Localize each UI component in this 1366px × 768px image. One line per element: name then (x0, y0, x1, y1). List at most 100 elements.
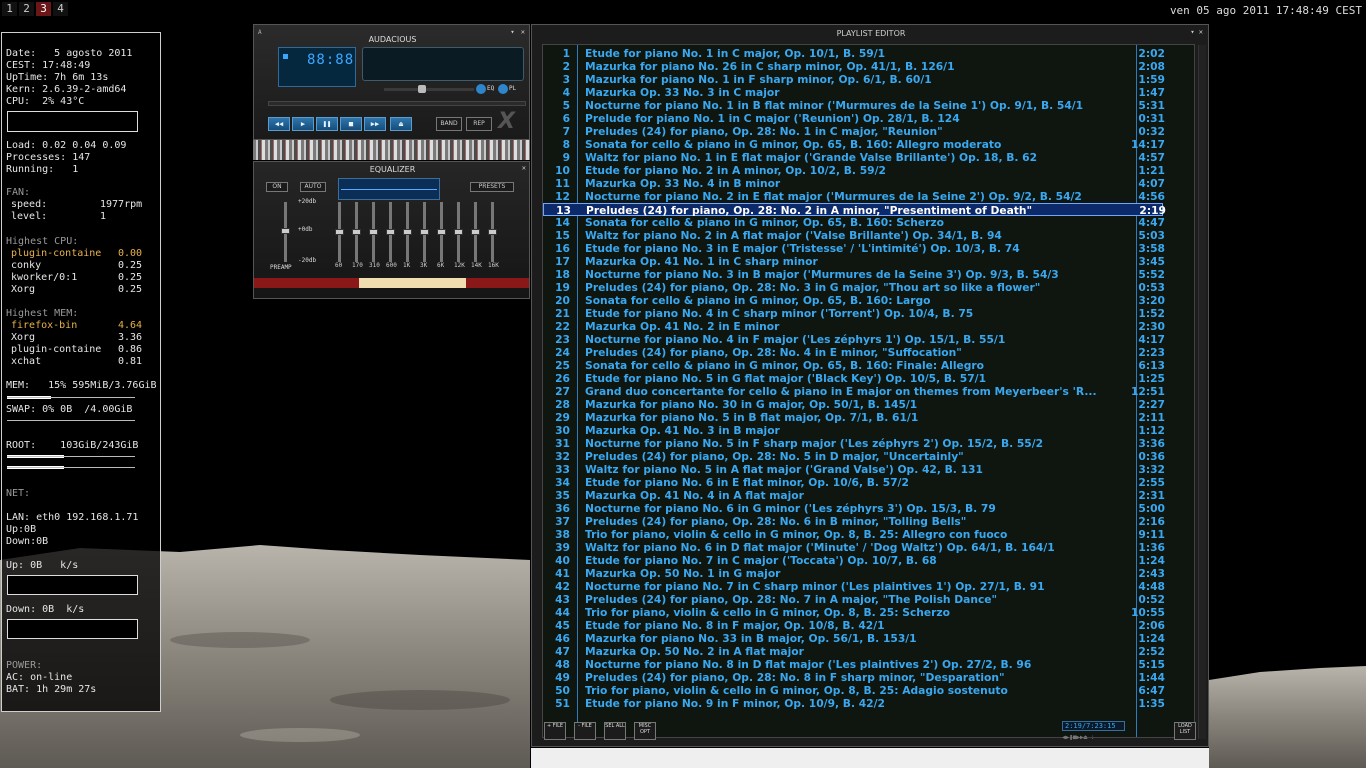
play-button[interactable]: ▶ (292, 117, 314, 131)
eq-on-button[interactable]: ON (266, 182, 288, 192)
workspace-2-button[interactable]: 2 (19, 2, 34, 16)
playlist-row[interactable]: 19 Preludes (24) for piano, Op. 28: No. 3… (543, 281, 1165, 294)
playlist-editor-window[interactable]: PLAYLIST EDITOR ▾ ✕ 1 Etude for piano No.… (531, 24, 1209, 747)
playlist-row[interactable]: 36 Nocturne for piano No. 6 in G minor ('… (543, 502, 1165, 515)
repeat-button[interactable]: REP (466, 117, 492, 131)
playlist-row[interactable]: 5 Nocturne for piano No. 1 in B flat mino… (543, 99, 1165, 112)
playlist-row[interactable]: 39 Waltz for piano No. 6 in D flat major … (543, 541, 1165, 554)
playlist-row[interactable]: 17 Mazurka Op. 41 No. 1 in C sharp minor 3… (543, 255, 1165, 268)
eq-band-knob[interactable] (471, 229, 480, 235)
playlist-row[interactable]: 12 Nocturne for piano No. 2 in E flat maj… (543, 190, 1165, 203)
previous-button[interactable]: ◀◀ (268, 117, 290, 131)
workspace-1-button[interactable]: 1 (2, 2, 17, 16)
remove-file-button[interactable]: - FILE (574, 722, 596, 740)
playlist-row[interactable]: 22 Mazurka Op. 41 No. 2 in E minor 2:30 (543, 320, 1165, 333)
playlist-row[interactable]: 11 Mazurka Op. 33 No. 4 in B minor 4:07 (543, 177, 1165, 190)
playlist-row[interactable]: 9 Waltz for piano No. 1 in E flat major (… (543, 151, 1165, 164)
eq-band-60-slider[interactable] (335, 202, 344, 262)
add-file-button[interactable]: + FILE (544, 722, 566, 740)
playlist-row[interactable]: 32 Preludes (24) for piano, Op. 28: No. 5… (543, 450, 1165, 463)
eq-band-12K-slider[interactable] (454, 202, 463, 262)
playlist-row[interactable]: 10 Etude for piano No. 2 in A minor, Op. … (543, 164, 1165, 177)
eq-band-3K-slider[interactable] (420, 202, 429, 262)
eq-close-icon[interactable]: ✕ (522, 164, 526, 172)
eq-band-14K-slider[interactable] (471, 202, 480, 262)
playlist-row[interactable]: 48 Nocturne for piano No. 8 in D flat maj… (543, 658, 1165, 671)
playlist-row[interactable]: 40 Etude for piano No. 7 in C major ('Toc… (543, 554, 1165, 567)
preamp-slider[interactable] (281, 202, 290, 262)
playlist-row[interactable]: 44 Trio for piano, violin & cello in G mi… (543, 606, 1165, 619)
eq-band-knob[interactable] (369, 229, 378, 235)
playlist-row[interactable]: 3 Mazurka for piano No. 1 in F sharp mino… (543, 73, 1165, 86)
playlist-window-controls-icon[interactable]: ▾ ✕ (1190, 28, 1203, 36)
playlist-row[interactable]: 6 Prelude for piano No. 1 in C major ('Re… (543, 112, 1165, 125)
playlist-row[interactable]: 20 Sonata for cello & piano in G minor, O… (543, 294, 1165, 307)
playlist-row[interactable]: 34 Etude for piano No. 6 in E flat minor,… (543, 476, 1165, 489)
eq-band-knob[interactable] (352, 229, 361, 235)
eq-band-600-slider[interactable] (386, 202, 395, 262)
eq-toggle-icon[interactable] (476, 84, 486, 94)
playlist-row[interactable]: 35 Mazurka Op. 41 No. 4 in A flat major 2:… (543, 489, 1165, 502)
eq-band-knob[interactable] (437, 229, 446, 235)
eq-band-16K-slider[interactable] (488, 202, 497, 262)
playlist-row[interactable]: 25 Sonata for cello & piano in G minor, O… (543, 359, 1165, 372)
eq-band-6K-slider[interactable] (437, 202, 446, 262)
stop-button[interactable]: ■ (340, 117, 362, 131)
playlist-row[interactable]: 45 Etude for piano No. 8 in F major, Op. … (543, 619, 1165, 632)
playlist-list[interactable]: 1 Etude for piano No. 1 in C major, Op. 1… (542, 44, 1195, 738)
playlist-row[interactable]: 38 Trio for piano, violin & cello in G mi… (543, 528, 1165, 541)
shuffle-button[interactable]: BAND (436, 117, 462, 131)
playlist-row[interactable]: 42 Nocturne for piano No. 7 in C sharp mi… (543, 580, 1165, 593)
playlist-row[interactable]: 31 Nocturne for piano No. 5 in F sharp ma… (543, 437, 1165, 450)
playlist-row[interactable]: 15 Waltz for piano No. 2 in A flat major … (543, 229, 1165, 242)
playlist-row[interactable]: 21 Etude for piano No. 4 in C sharp minor… (543, 307, 1165, 320)
eq-band-170-slider[interactable] (352, 202, 361, 262)
window-controls-icon[interactable]: ▾ ✕ (510, 28, 526, 36)
eq-band-knob[interactable] (488, 229, 497, 235)
playlist-row[interactable]: 37 Preludes (24) for piano, Op. 28: No. 6… (543, 515, 1165, 528)
playlist-row[interactable]: 46 Mazurka for piano No. 33 in B major, O… (543, 632, 1165, 645)
playlist-row[interactable]: 28 Mazurka for piano No. 30 in G major, O… (543, 398, 1165, 411)
playlist-row[interactable]: 7 Preludes (24) for piano, Op. 28: No. 1 … (543, 125, 1165, 138)
eq-band-1K-slider[interactable] (403, 202, 412, 262)
playlist-row[interactable]: 16 Etude for piano No. 3 in E major ('Tri… (543, 242, 1165, 255)
playlist-row[interactable]: 23 Nocturne for piano No. 4 in F major ('… (543, 333, 1165, 346)
load-list-button[interactable]: LOAD LIST (1174, 722, 1196, 740)
playlist-row[interactable]: 4 Mazurka Op. 33 No. 3 in C major 1:47 (543, 86, 1165, 99)
playlist-row[interactable]: 41 Mazurka Op. 50 No. 1 in G major 2:43 (543, 567, 1165, 580)
playlist-row[interactable]: 13 Preludes (24) for piano, Op. 28: No. 2… (543, 203, 1166, 217)
playlist-toggle-icon[interactable] (498, 84, 508, 94)
playlist-row[interactable]: 29 Mazurka for piano No. 5 in B flat majo… (543, 411, 1165, 424)
playlist-row[interactable]: 33 Waltz for piano No. 5 in A flat major … (543, 463, 1165, 476)
eq-band-knob[interactable] (386, 229, 395, 235)
workspace-3-button[interactable]: 3 (36, 2, 51, 16)
eq-band-knob[interactable] (454, 229, 463, 235)
song-info-display[interactable] (362, 47, 524, 81)
playlist-row[interactable]: 49 Preludes (24) for piano, Op. 28: No. 8… (543, 671, 1165, 684)
select-all-button[interactable]: SEL ALL (604, 722, 626, 740)
playlist-row[interactable]: 1 Etude for piano No. 1 in C major, Op. 1… (543, 47, 1165, 60)
playlist-row[interactable]: 2 Mazurka for piano No. 26 in C sharp min… (543, 60, 1165, 73)
time-display[interactable]: 88:88 (278, 47, 356, 87)
mini-transport-icon[interactable]: ◀▶❚■▶▶⏏ : (1062, 734, 1125, 742)
eq-band-knob[interactable] (403, 229, 412, 235)
playlist-row[interactable]: 43 Preludes (24) for piano, Op. 28: No. 7… (543, 593, 1165, 606)
pause-button[interactable]: ❚❚ (316, 117, 338, 131)
playlist-row[interactable]: 14 Sonata for cello & piano in G minor, O… (543, 216, 1165, 229)
playlist-row[interactable]: 18 Nocturne for piano No. 3 in B major ('… (543, 268, 1165, 281)
playlist-row[interactable]: 50 Trio for piano, violin & cello in G mi… (543, 684, 1165, 697)
misc-options-button[interactable]: MISC OPT (634, 722, 656, 740)
eq-band-knob[interactable] (420, 229, 429, 235)
equalizer-window[interactable]: EQUALIZER ✕ ON AUTO PRESETS +20db +0db -… (253, 161, 530, 299)
eq-auto-button[interactable]: AUTO (300, 182, 326, 192)
volume-knob[interactable] (418, 85, 426, 93)
playlist-row[interactable]: 27 Grand duo concertante for cello & pian… (543, 385, 1165, 398)
playlist-row[interactable]: 30 Mazurka Op. 41 No. 3 in B major 1:12 (543, 424, 1165, 437)
preamp-knob[interactable] (281, 228, 290, 234)
workspace-4-button[interactable]: 4 (53, 2, 68, 16)
audacious-main-window[interactable]: AUDACIOUS A ▾ ✕ 88:88 EQ PL ◀◀ ▶ ❚❚ ■ ▶▶… (253, 24, 530, 140)
playlist-row[interactable]: 24 Preludes (24) for piano, Op. 28: No. 4… (543, 346, 1165, 359)
eq-band-310-slider[interactable] (369, 202, 378, 262)
playlist-row[interactable]: 26 Etude for piano No. 5 in G flat major … (543, 372, 1165, 385)
eq-band-knob[interactable] (335, 229, 344, 235)
